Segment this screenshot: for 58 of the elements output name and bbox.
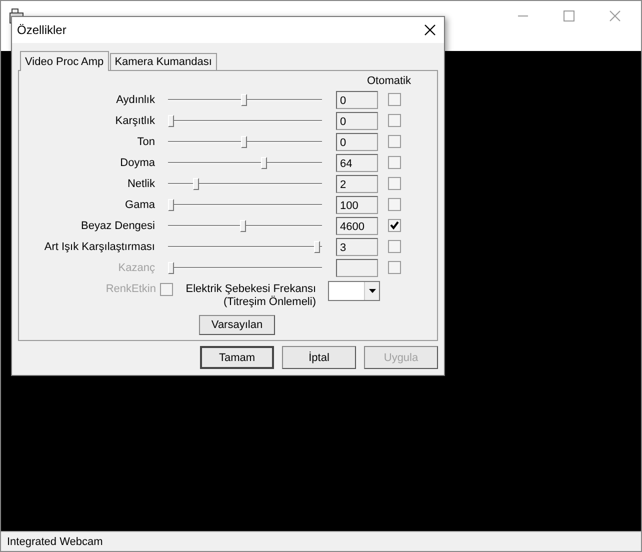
value-field[interactable] (336, 258, 378, 276)
slider[interactable] (168, 92, 322, 106)
slider[interactable] (168, 176, 322, 190)
slider-thumb[interactable] (261, 156, 268, 168)
checkbox[interactable] (388, 177, 401, 190)
checkbox[interactable] (388, 114, 401, 127)
checkbox[interactable] (388, 240, 401, 253)
slider-thumb[interactable] (168, 198, 174, 210)
value-field[interactable]: 0 (336, 132, 378, 150)
slider[interactable] (168, 114, 322, 128)
maximize-icon[interactable] (563, 10, 575, 22)
property-label: Doyma (119, 156, 155, 168)
column-header: Otomatik (366, 75, 411, 89)
property-label: Netlik (126, 178, 155, 190)
value-field[interactable]: 4600 (336, 216, 378, 234)
slider[interactable] (168, 156, 322, 170)
dialog-title: Özellikler (17, 23, 66, 37)
value-field[interactable]: 2 (336, 174, 378, 192)
slider[interactable] (168, 218, 322, 232)
slider-thumb[interactable] (192, 178, 199, 190)
slider-thumb[interactable] (314, 240, 320, 252)
slider-thumb[interactable] (241, 136, 247, 148)
checkbox[interactable] (388, 219, 401, 232)
value-field[interactable]: 3 (336, 238, 378, 256)
value-field[interactable]: 64 (336, 154, 378, 172)
checkbox[interactable] (388, 156, 401, 169)
slider-thumb[interactable] (241, 94, 247, 106)
property-label: Karşıtlık (114, 114, 155, 126)
slider[interactable] (168, 240, 322, 254)
value-field[interactable]: 100 (336, 196, 378, 214)
dialog-button[interactable]: İptal (282, 346, 356, 369)
slider-thumb[interactable] (168, 114, 174, 126)
slider[interactable] (168, 260, 322, 274)
property-label: Aydınlık (115, 94, 155, 106)
property-label: Beyaz Dengesi (80, 220, 155, 232)
checkbox[interactable] (388, 198, 401, 211)
checkbox[interactable] (388, 93, 401, 106)
power-line-sublabel: (Titreşim Önlemeli) (224, 296, 316, 308)
property-label: Art Işık Karşılaştırması (43, 240, 155, 252)
frequency-dropdown[interactable] (328, 281, 380, 301)
checkbox-label: RenkEtkin (104, 282, 156, 295)
status-text: Integrated Webcam (7, 536, 103, 548)
power-line-label: Elektrik Şebekesi Frekansı (186, 283, 316, 295)
property-label: Kazanç (117, 262, 155, 274)
slider[interactable] (168, 134, 322, 148)
value-field[interactable]: 0 (336, 112, 378, 130)
caret-icon (368, 289, 376, 293)
dialog-button[interactable]: Tamam (200, 346, 274, 369)
property-label: Ton (136, 136, 155, 148)
checkbox[interactable] (388, 135, 401, 148)
value-field[interactable]: 0 (336, 90, 378, 108)
slider-thumb[interactable] (240, 220, 246, 232)
tab[interactable]: Kamera Kumandası (110, 53, 217, 70)
property-label: Gama (124, 198, 155, 210)
tab[interactable]: Video Proc Amp (20, 51, 109, 71)
defaults-button[interactable]: Varsayılan (199, 315, 275, 335)
close-icon[interactable] (424, 24, 436, 36)
slider[interactable] (168, 198, 322, 212)
